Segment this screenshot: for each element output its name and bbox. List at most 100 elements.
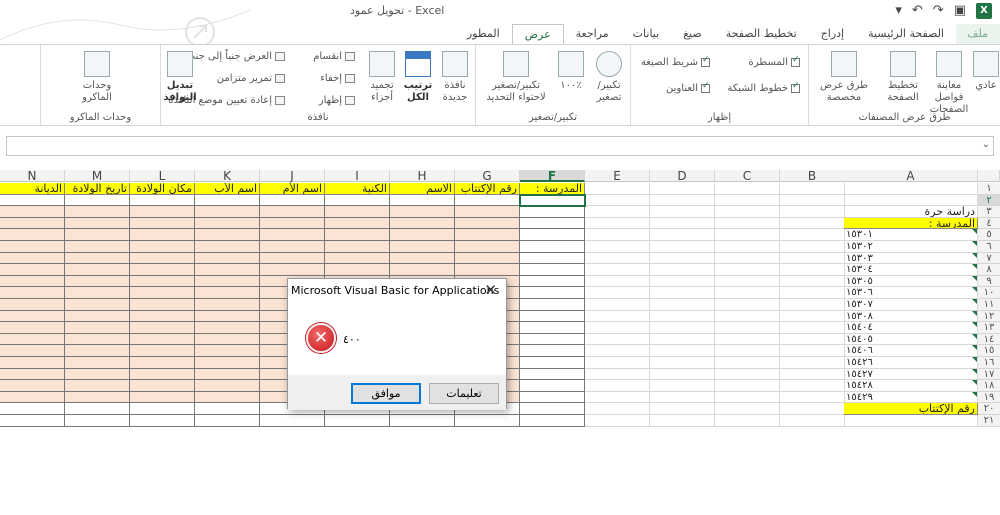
cell-i[interactable] [325, 229, 390, 241]
switch-windows-button[interactable]: تبديل النوافذ [161, 51, 199, 104]
row-header[interactable]: ١٢ [978, 310, 1000, 323]
cell-h[interactable] [390, 252, 455, 265]
cell-a[interactable]: ١٥٤٠٤ [844, 322, 978, 334]
redo-icon[interactable]: ↷ [933, 3, 944, 19]
custom-views-button[interactable]: طرق عرض مخصصة [817, 51, 871, 104]
cell-b[interactable] [780, 322, 845, 334]
cell-n[interactable] [0, 391, 65, 404]
cell-d[interactable] [650, 241, 715, 253]
cell-h[interactable] [390, 217, 455, 230]
cell-l[interactable] [130, 357, 195, 369]
expand-formula-bar-icon[interactable]: ⌄ [982, 139, 990, 150]
cell-l[interactable] [130, 206, 195, 218]
cell-m[interactable] [65, 357, 130, 369]
row-header[interactable]: ٤ [978, 217, 1000, 230]
cell-g[interactable] [455, 194, 520, 207]
cell-l[interactable] [130, 194, 195, 207]
cell-e[interactable] [585, 415, 650, 427]
cell-d[interactable] [650, 333, 715, 346]
cell-c[interactable] [715, 264, 780, 276]
row-header[interactable]: ١٣ [978, 322, 1000, 334]
cell-d[interactable] [650, 264, 715, 276]
cell-h[interactable] [390, 264, 455, 276]
row-header[interactable]: ١٤ [978, 333, 1000, 346]
formula-bar-checkbox[interactable]: شريط الصيغة [641, 55, 710, 68]
cell-m[interactable] [65, 275, 130, 288]
cell-d[interactable] [650, 194, 715, 207]
cell-c[interactable] [715, 380, 780, 392]
cell-m[interactable] [65, 229, 130, 241]
split-button[interactable]: انقسام [313, 51, 355, 62]
cell-b[interactable] [780, 217, 845, 230]
cell-e[interactable] [585, 275, 650, 288]
cell-e[interactable] [585, 380, 650, 392]
cell-b[interactable] [780, 391, 845, 404]
cell-e[interactable] [585, 264, 650, 276]
cell-j[interactable] [260, 217, 325, 230]
cell-f[interactable] [520, 415, 585, 427]
cell-l[interactable] [130, 403, 195, 415]
cell-i[interactable] [325, 217, 390, 230]
cell-f[interactable] [520, 275, 585, 288]
cell-n[interactable] [0, 380, 65, 392]
cell-c[interactable] [715, 415, 780, 427]
cell-d[interactable] [650, 391, 715, 404]
cell-e[interactable] [585, 241, 650, 253]
cell-c[interactable] [715, 206, 780, 218]
cell-f[interactable] [520, 357, 585, 369]
tab-page-layout[interactable]: تخطيط الصفحة [714, 24, 809, 44]
cell-c[interactable] [715, 403, 780, 415]
headings-checkbox[interactable]: العناوين [666, 81, 710, 94]
cell-m[interactable] [65, 287, 130, 299]
cell-k[interactable] [195, 403, 260, 415]
cell-l[interactable] [130, 368, 195, 381]
cell-b[interactable] [780, 368, 845, 381]
cell-n[interactable] [0, 264, 65, 276]
cell-a[interactable]: ١٥٣٠٦ [844, 287, 978, 299]
cell-n[interactable] [0, 206, 65, 218]
cell-h[interactable]: الاسم [390, 183, 455, 195]
cell-b[interactable] [780, 333, 845, 346]
row-header[interactable]: ١٧ [978, 368, 1000, 381]
cell-e[interactable] [585, 357, 650, 369]
help-button[interactable]: تعليمات [429, 383, 499, 404]
cell-k[interactable]: اسم الأب [195, 183, 260, 195]
cell-a[interactable]: ١٥٣٠٨ [844, 310, 978, 323]
cell-e[interactable] [585, 206, 650, 218]
row-header[interactable]: ٢١ [978, 415, 1000, 427]
cell-i[interactable] [325, 241, 390, 253]
cell-k[interactable] [195, 299, 260, 311]
cell-k[interactable] [195, 368, 260, 381]
cell-i[interactable] [325, 206, 390, 218]
cell-m[interactable] [65, 194, 130, 207]
column-header-k[interactable]: K [195, 170, 260, 182]
cell-l[interactable] [130, 275, 195, 288]
cell-n[interactable] [0, 368, 65, 381]
cell-m[interactable] [65, 241, 130, 253]
cell-f[interactable] [520, 206, 585, 218]
cell-g[interactable] [455, 241, 520, 253]
cell-e[interactable] [585, 299, 650, 311]
cell-c[interactable] [715, 287, 780, 299]
cell-j[interactable] [260, 252, 325, 265]
cell-j[interactable]: اسم الأم [260, 183, 325, 195]
cell-b[interactable] [780, 252, 845, 265]
row-header[interactable]: ٣ [978, 206, 1000, 218]
cell-n[interactable] [0, 333, 65, 346]
cell-f[interactable] [520, 322, 585, 334]
cell-e[interactable] [585, 391, 650, 404]
sync-scroll-button[interactable]: تمرير متزامن [217, 73, 285, 84]
tab-home[interactable]: الصفحة الرئيسية [856, 24, 956, 44]
cell-d[interactable] [650, 415, 715, 427]
column-header-l[interactable]: L [130, 170, 195, 182]
cell-e[interactable] [585, 345, 650, 357]
cell-l[interactable] [130, 380, 195, 392]
cell-l[interactable] [130, 241, 195, 253]
cell-f[interactable] [520, 380, 585, 392]
cell-a[interactable] [844, 415, 978, 427]
cell-a[interactable]: ١٥٤٢٧ [844, 368, 978, 381]
cell-l[interactable]: مكان الولادة [130, 183, 195, 195]
cell-m[interactable] [65, 415, 130, 427]
cell-l[interactable] [130, 287, 195, 299]
cell-f[interactable] [520, 194, 585, 207]
